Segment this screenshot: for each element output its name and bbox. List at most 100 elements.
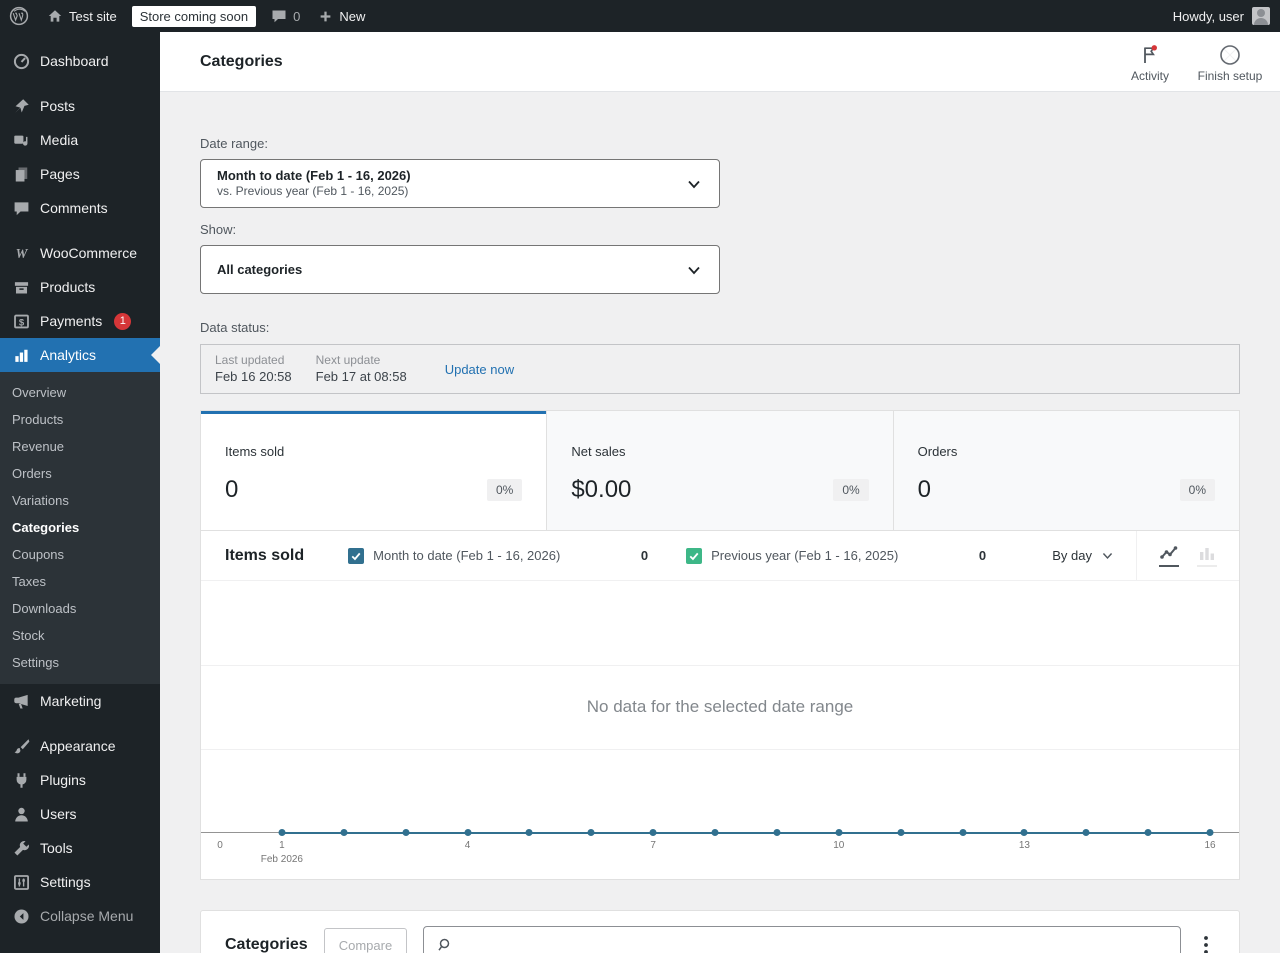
comment-icon bbox=[12, 199, 30, 217]
report-card: Items sold 0 0% Net sales $0.00 0% Order… bbox=[200, 410, 1240, 880]
sidebar-item-tools[interactable]: Tools bbox=[0, 831, 160, 865]
x-axis-tick-label: 7 bbox=[650, 840, 656, 851]
show-dropdown[interactable]: All categories bbox=[200, 245, 720, 294]
wordpress-logo-menu[interactable] bbox=[0, 0, 38, 32]
x-axis-tick-label: 16 bbox=[1204, 840, 1216, 851]
finish-setup-label: Finish setup bbox=[1197, 68, 1263, 83]
legend-label: Previous year (Feb 1 - 16, 2025) bbox=[711, 548, 899, 563]
gridline bbox=[201, 664, 1239, 666]
page-title: Categories bbox=[200, 52, 283, 70]
date-range-dropdown[interactable]: Month to date (Feb 1 - 16, 2026) vs. Pre… bbox=[200, 159, 720, 208]
sidebar-item-media[interactable]: Media bbox=[0, 123, 160, 157]
date-range-secondary: vs. Previous year (Feb 1 - 16, 2025) bbox=[217, 184, 409, 198]
submenu-item-overview[interactable]: Overview bbox=[0, 379, 160, 406]
store-coming-soon-badge[interactable]: Store coming soon bbox=[131, 5, 257, 27]
items-sold-value: 0 bbox=[225, 476, 239, 503]
interval-select[interactable]: By day bbox=[1052, 548, 1114, 563]
sidebar-item-posts[interactable]: Posts bbox=[0, 89, 160, 123]
data-status-label: Data status: bbox=[200, 320, 270, 335]
stat-tabs: Items sold 0 0% Net sales $0.00 0% Order… bbox=[201, 411, 1239, 531]
submenu-item-revenue[interactable]: Revenue bbox=[0, 433, 160, 460]
submenu-item-variations[interactable]: Variations bbox=[0, 487, 160, 514]
site-name-link[interactable]: Test site bbox=[38, 0, 126, 32]
sidebar-item-label: Pages bbox=[40, 166, 80, 182]
pages-icon bbox=[12, 165, 30, 183]
table-search-box[interactable] bbox=[423, 926, 1181, 953]
data-status-box: Last updated Feb 16 20:58 Next update Fe… bbox=[200, 344, 1240, 394]
line-chart-toggle[interactable] bbox=[1159, 544, 1179, 567]
submenu-item-taxes[interactable]: Taxes bbox=[0, 568, 160, 595]
x-axis-tick-label: 1 bbox=[279, 840, 285, 851]
sidebar-item-label: WooCommerce bbox=[40, 245, 137, 261]
collapse-icon bbox=[12, 907, 30, 925]
show-label: Show: bbox=[200, 222, 237, 237]
page-header: Categories Activity Finish setup bbox=[160, 32, 1280, 92]
sidebar-item-label: Collapse Menu bbox=[40, 908, 134, 924]
legend-checkbox-checked-icon[interactable] bbox=[686, 547, 703, 564]
bar-chart-toggle[interactable] bbox=[1197, 544, 1217, 567]
sidebar-item-settings[interactable]: Settings bbox=[0, 865, 160, 899]
sidebar-item-comments[interactable]: Comments bbox=[0, 191, 160, 225]
sidebar-item-woocommerce[interactable]: W WooCommerce bbox=[0, 236, 160, 270]
finish-setup-button[interactable]: Finish setup bbox=[1190, 41, 1270, 83]
sidebar-item-payments[interactable]: $ Payments 1 bbox=[0, 304, 160, 338]
sidebar-item-analytics[interactable]: Analytics bbox=[0, 338, 160, 372]
new-content-menu[interactable]: New bbox=[309, 0, 374, 32]
items-sold-delta: 0% bbox=[486, 479, 523, 501]
submenu-item-products[interactable]: Products bbox=[0, 406, 160, 433]
submenu-item-coupons[interactable]: Coupons bbox=[0, 541, 160, 568]
legend-checkbox-checked-icon[interactable] bbox=[348, 547, 365, 564]
kebab-menu-icon[interactable] bbox=[1197, 931, 1215, 953]
home-icon bbox=[47, 8, 63, 24]
sidebar-item-users[interactable]: Users bbox=[0, 797, 160, 831]
chevron-down-icon bbox=[685, 261, 703, 279]
legend-item-0[interactable]: Month to date (Feb 1 - 16, 2026) 0 bbox=[348, 547, 648, 564]
chart-empty-message: No data for the selected date range bbox=[586, 697, 854, 716]
howdy-user[interactable]: Howdy, user bbox=[1173, 9, 1244, 24]
plug-icon bbox=[12, 771, 30, 789]
sidebar-item-collapse-menu[interactable]: Collapse Menu bbox=[0, 899, 160, 933]
admin-sidebar: Dashboard Posts Media Pages Comments W WooComm… bbox=[0, 32, 160, 953]
submenu-item-stock[interactable]: Stock bbox=[0, 622, 160, 649]
flag-icon bbox=[1138, 43, 1162, 67]
x-axis-tick-label: 10 bbox=[833, 840, 845, 851]
comments-shortcut[interactable]: 0 bbox=[262, 0, 309, 32]
sidebar-item-label: Media bbox=[40, 132, 79, 148]
activity-button[interactable]: Activity bbox=[1110, 41, 1190, 83]
submenu-item-orders[interactable]: Orders bbox=[0, 460, 160, 487]
submenu-item-downloads[interactable]: Downloads bbox=[0, 595, 160, 622]
compare-button[interactable]: Compare bbox=[323, 927, 408, 953]
last-updated-label: Last updated bbox=[215, 353, 285, 367]
sidebar-item-pages[interactable]: Pages bbox=[0, 157, 160, 191]
sidebar-item-label: Posts bbox=[40, 98, 76, 114]
tab-items-sold[interactable]: Items sold 0 0% bbox=[201, 411, 547, 530]
next-update-label: Next update bbox=[315, 353, 381, 367]
tab-net-sales[interactable]: Net sales $0.00 0% bbox=[546, 411, 893, 530]
date-range-label: Date range: bbox=[200, 136, 268, 151]
svg-text:W: W bbox=[15, 245, 28, 260]
submenu-item-settings[interactable]: Settings bbox=[0, 649, 160, 676]
sidebar-item-marketing[interactable]: Marketing bbox=[0, 684, 160, 718]
user-avatar[interactable] bbox=[1252, 7, 1270, 25]
user-icon bbox=[12, 805, 30, 823]
legend-item-1[interactable]: Previous year (Feb 1 - 16, 2025) 0 bbox=[686, 547, 986, 564]
woocommerce-icon: W bbox=[12, 244, 30, 262]
sidebar-item-appearance[interactable]: Appearance bbox=[0, 729, 160, 763]
sidebar-item-dashboard[interactable]: Dashboard bbox=[0, 44, 160, 78]
update-now-link[interactable]: Update now bbox=[445, 362, 514, 377]
show-value: All categories bbox=[217, 261, 303, 277]
x-axis-tick-label: 0 bbox=[217, 840, 223, 851]
submenu-item-categories[interactable]: Categories bbox=[0, 514, 160, 541]
categories-table-card: Categories Compare bbox=[200, 910, 1240, 953]
gridline bbox=[201, 749, 1239, 750]
sidebar-item-products[interactable]: Products bbox=[0, 270, 160, 304]
sidebar-item-plugins[interactable]: Plugins bbox=[0, 763, 160, 797]
media-icon bbox=[12, 131, 30, 149]
notification-badge: 1 bbox=[114, 312, 132, 330]
tab-orders[interactable]: Orders 0 0% bbox=[892, 411, 1239, 530]
megaphone-icon bbox=[12, 692, 30, 710]
admin-bar: Test site Store coming soon 0 New Howdy,… bbox=[0, 0, 1280, 32]
new-label: New bbox=[339, 8, 366, 24]
sidebar-item-label: Comments bbox=[40, 200, 108, 216]
table-search-input[interactable] bbox=[460, 936, 1168, 953]
